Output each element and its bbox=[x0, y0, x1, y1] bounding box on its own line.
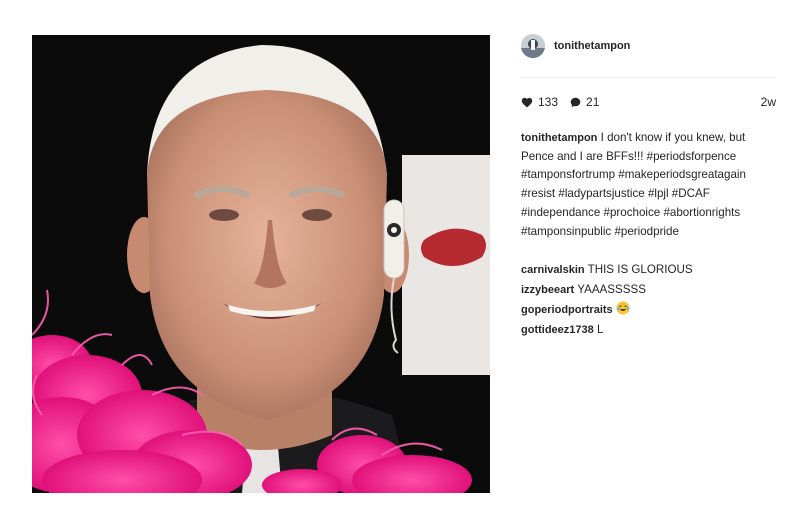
laughing-tears-emoji-icon bbox=[616, 301, 630, 315]
post-header: tonithetampon bbox=[521, 32, 776, 60]
post-username[interactable]: tonithetampon bbox=[554, 40, 630, 52]
speech-bubble-icon bbox=[570, 97, 581, 107]
avatar-image bbox=[521, 34, 545, 58]
post-photo[interactable] bbox=[32, 35, 490, 493]
comment-username[interactable]: gottideez1738 bbox=[521, 324, 594, 336]
divider bbox=[521, 77, 776, 78]
likes-stat[interactable]: 133 bbox=[521, 95, 558, 109]
comment-text: THIS IS GLORIOUS bbox=[587, 263, 693, 277]
comment-text: YAAASSSSS bbox=[577, 283, 646, 297]
comment-username[interactable]: carnivalskin bbox=[521, 264, 585, 276]
heart-icon bbox=[521, 97, 533, 107]
post-time[interactable]: 2w bbox=[761, 95, 776, 109]
comment-username[interactable]: goperiodportraits bbox=[521, 304, 613, 316]
comment-username[interactable]: izzybeeart bbox=[521, 284, 574, 296]
caption-text: I don't know if you knew, but Pence and … bbox=[521, 131, 746, 238]
post-photo-illustration bbox=[32, 35, 490, 493]
comment-item: carnivalskin THIS IS GLORIOUS bbox=[521, 260, 776, 280]
comments-count: 21 bbox=[586, 95, 600, 109]
comments-stat[interactable]: 21 bbox=[570, 95, 599, 109]
comment-item: goperiodportraits bbox=[521, 300, 776, 320]
comments-list: carnivalskin THIS IS GLORIOUS izzybeeart… bbox=[521, 260, 776, 340]
comment-item: izzybeeart YAAASSSSS bbox=[521, 280, 776, 300]
post-caption: tonithetampon I don't know if you knew, … bbox=[521, 129, 776, 241]
avatar[interactable] bbox=[521, 34, 545, 58]
caption-username[interactable]: tonithetampon bbox=[521, 132, 597, 144]
comment-text: L bbox=[596, 323, 604, 337]
comment-item: gottideez1738 L bbox=[521, 320, 776, 340]
likes-count: 133 bbox=[538, 95, 559, 109]
post-stats: 133 21 2w bbox=[521, 93, 776, 111]
post-sidebar: tonithetampon 133 21 2w tonithetampon I … bbox=[521, 32, 776, 340]
